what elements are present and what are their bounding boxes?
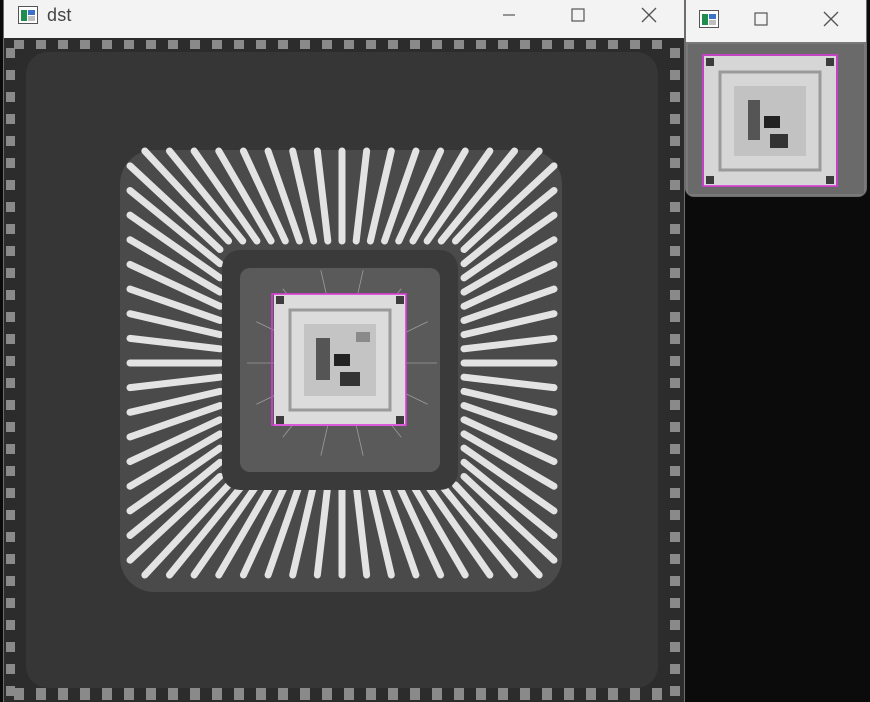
roi-preview-image bbox=[686, 42, 866, 196]
main-titlebar[interactable]: dst bbox=[4, 0, 684, 38]
close-icon bbox=[823, 11, 839, 27]
preview-block-dark-2 bbox=[770, 134, 788, 148]
die-block-dark-2 bbox=[340, 372, 360, 386]
die-block-left bbox=[316, 338, 330, 380]
maximize-icon bbox=[571, 8, 585, 22]
preview-canvas[interactable] bbox=[686, 42, 866, 196]
chip-image bbox=[4, 38, 684, 702]
die-block-small bbox=[356, 332, 370, 342]
image-canvas[interactable] bbox=[4, 38, 684, 702]
opencv-window-icon bbox=[699, 10, 719, 28]
close-icon bbox=[641, 7, 657, 23]
maximize-icon bbox=[754, 12, 768, 26]
maximize-button[interactable] bbox=[555, 0, 601, 30]
minimize-button[interactable] bbox=[486, 0, 532, 30]
opencv-window-icon bbox=[18, 6, 38, 24]
close-button[interactable] bbox=[626, 0, 672, 30]
window-title: dst bbox=[47, 5, 72, 25]
die-block-dark bbox=[334, 354, 350, 366]
preview-block-dark bbox=[764, 116, 780, 128]
close-button[interactable] bbox=[808, 4, 854, 34]
main-window: dst bbox=[4, 0, 684, 702]
preview-titlebar[interactable] bbox=[686, 0, 866, 42]
minimize-icon bbox=[503, 14, 515, 16]
preview-window bbox=[686, 0, 866, 196]
maximize-button[interactable] bbox=[738, 4, 784, 34]
preview-block-left bbox=[748, 100, 760, 140]
